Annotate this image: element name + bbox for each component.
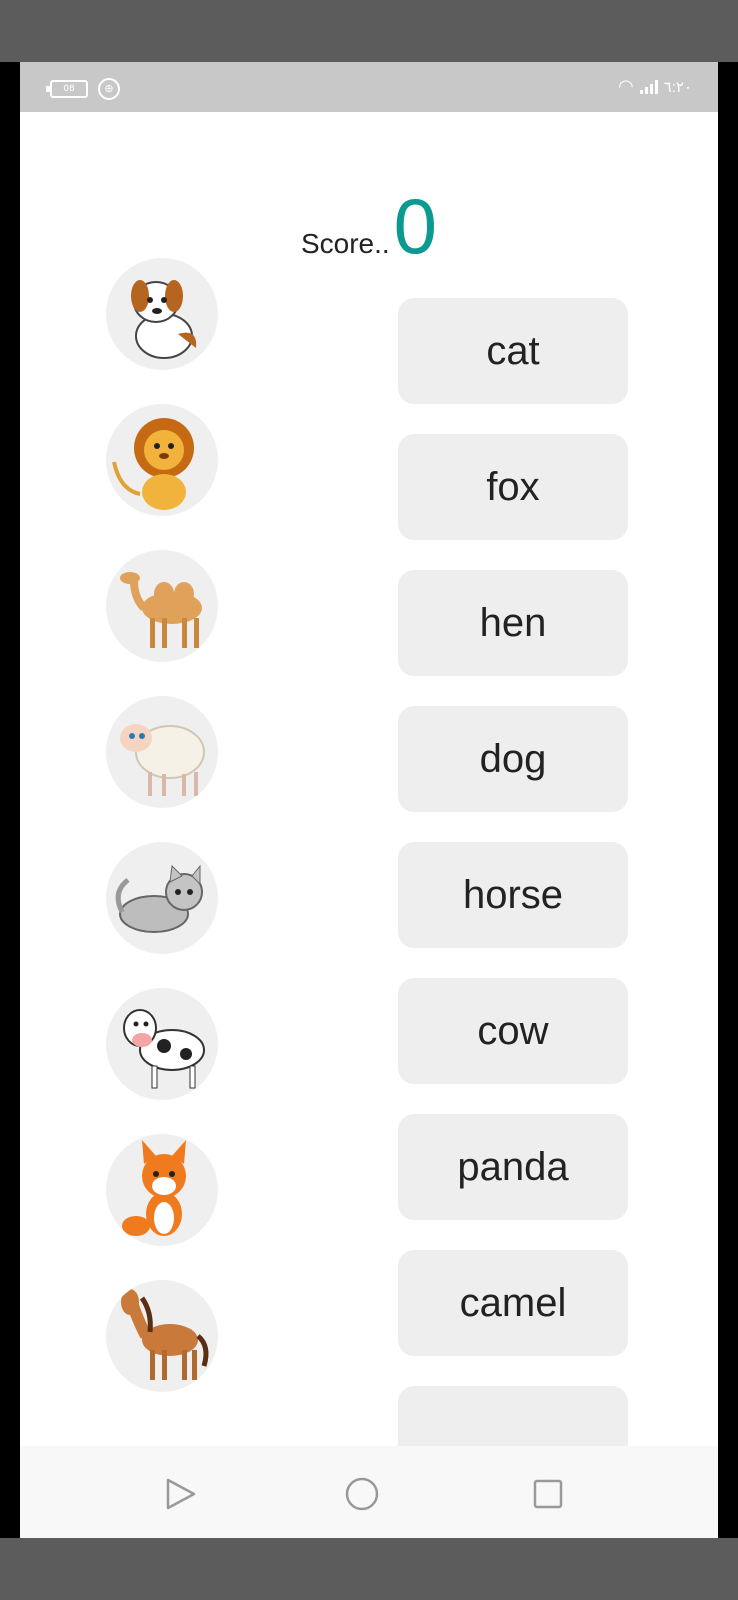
battery-icon: 08 bbox=[46, 80, 88, 98]
word-button-dog[interactable]: dog bbox=[398, 706, 628, 812]
cow-image[interactable] bbox=[106, 988, 218, 1100]
lock-icon: ⊕ bbox=[98, 78, 120, 100]
right-frame-bar bbox=[718, 62, 738, 1538]
cat-image[interactable] bbox=[106, 842, 218, 954]
signal-icon bbox=[639, 79, 658, 94]
word-button-camel[interactable]: camel bbox=[398, 1250, 628, 1356]
game-area: Score..0 cat fox hen dog horse cow panda… bbox=[20, 112, 718, 1508]
left-frame-bar bbox=[0, 62, 20, 1538]
word-button-horse[interactable]: horse bbox=[398, 842, 628, 948]
recents-square-icon[interactable] bbox=[530, 1476, 566, 1512]
word-button-cow[interactable]: cow bbox=[398, 978, 628, 1084]
dog-image[interactable] bbox=[106, 258, 218, 370]
back-triangle-icon[interactable] bbox=[162, 1476, 198, 1512]
camel-image[interactable] bbox=[106, 550, 218, 662]
wifi-icon: ◠ bbox=[617, 76, 634, 96]
sheep-image[interactable] bbox=[106, 696, 218, 808]
horse-image[interactable] bbox=[106, 1280, 218, 1392]
score-label: Score.. bbox=[300, 228, 390, 259]
phone-screen: 08 ⊕ ◠ ٦:٢٠ Score..0 cat fox hen dog hor… bbox=[20, 62, 718, 1538]
score-value: 0 bbox=[393, 182, 438, 270]
word-button-cat[interactable]: cat bbox=[398, 298, 628, 404]
fox-image[interactable] bbox=[106, 1134, 218, 1246]
word-button-panda[interactable]: panda bbox=[398, 1114, 628, 1220]
lion-image[interactable] bbox=[106, 404, 218, 516]
navigation-bar bbox=[20, 1446, 718, 1538]
status-bar: 08 ⊕ ◠ ٦:٢٠ bbox=[20, 62, 718, 112]
word-button-fox[interactable]: fox bbox=[398, 434, 628, 540]
score-display: Score..0 bbox=[20, 187, 718, 265]
status-time: ٦:٢٠ bbox=[663, 78, 692, 96]
word-button-hen[interactable]: hen bbox=[398, 570, 628, 676]
home-circle-icon[interactable] bbox=[344, 1476, 380, 1512]
